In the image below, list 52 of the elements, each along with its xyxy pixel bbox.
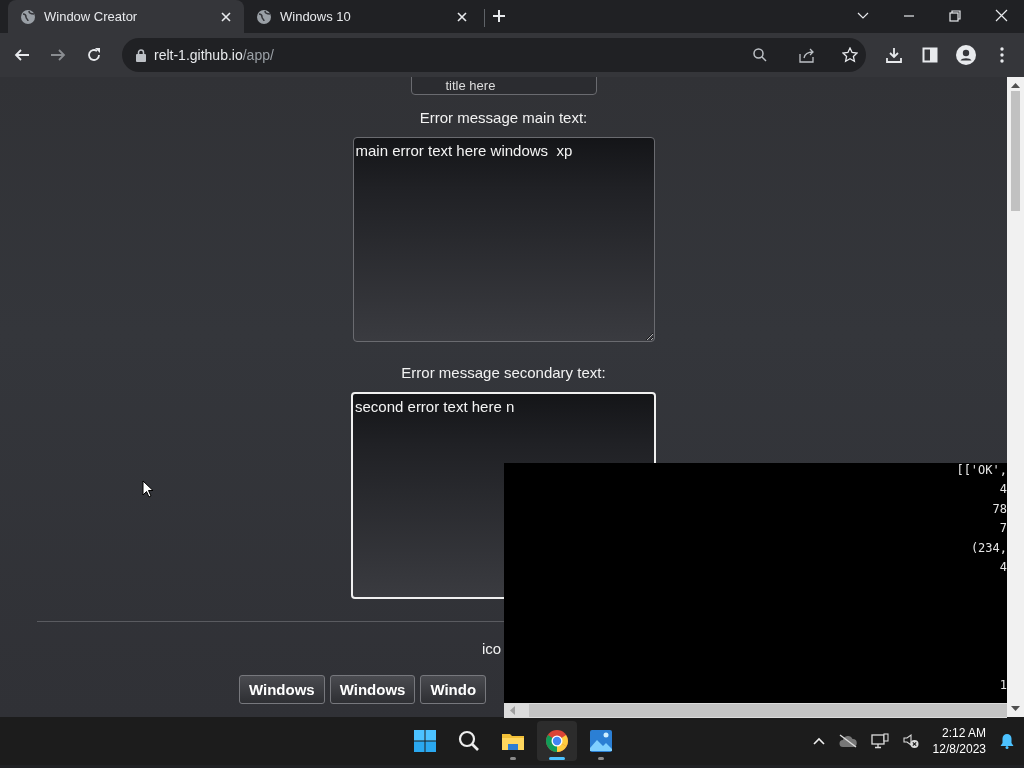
globe-icon bbox=[256, 8, 272, 25]
style-button[interactable]: Windows bbox=[329, 675, 416, 704]
reload-icon[interactable] bbox=[86, 47, 102, 63]
message-text-area[interactable]: main error text here windows xp bbox=[352, 137, 655, 342]
side-panel-icon[interactable] bbox=[922, 47, 938, 63]
more-menu-icon[interactable] bbox=[1000, 47, 1004, 63]
console-text-line: 78 bbox=[992, 501, 1007, 518]
download-icon[interactable] bbox=[886, 47, 902, 63]
taskbar-app[interactable] bbox=[537, 721, 577, 761]
windows-logo-icon bbox=[413, 729, 437, 753]
cloud-off-icon[interactable] bbox=[838, 734, 857, 748]
search-icon[interactable] bbox=[752, 47, 768, 63]
url-path: /app/ bbox=[242, 47, 274, 63]
browser-tab[interactable]: Window Creator bbox=[8, 0, 244, 33]
console-text-line: (234, bbox=[970, 540, 1007, 557]
console-text-line: 7 bbox=[999, 521, 1007, 538]
notification-bell-icon[interactable] bbox=[1000, 733, 1014, 749]
profile-icon[interactable] bbox=[956, 45, 976, 65]
url-host: relt-1.github.io bbox=[154, 47, 243, 63]
style-button[interactable]: Windo bbox=[420, 675, 487, 704]
lock-icon bbox=[136, 48, 146, 62]
mouse-cursor-icon bbox=[142, 480, 154, 498]
forward-arrow-icon[interactable] bbox=[50, 47, 66, 63]
scrollbar[interactable] bbox=[1007, 77, 1024, 717]
console-text-line: 4 bbox=[999, 482, 1007, 499]
horizontal-scrollbar[interactable] bbox=[504, 703, 1007, 718]
field-label: Error message secondary text: bbox=[401, 364, 606, 382]
globe-icon bbox=[20, 8, 36, 25]
back-arrow-icon[interactable] bbox=[14, 47, 30, 63]
field-label: ico bbox=[482, 640, 502, 657]
chevron-up-icon[interactable] bbox=[812, 737, 825, 745]
address-bar[interactable]: relt-1.github.io/app/ bbox=[122, 38, 866, 72]
new-tab-icon[interactable] bbox=[491, 8, 507, 24]
scroll-up-icon[interactable] bbox=[1011, 82, 1020, 88]
style-button[interactable]: Windows bbox=[239, 675, 325, 704]
speaker-muted-icon[interactable] bbox=[902, 733, 919, 749]
network-icon[interactable] bbox=[870, 733, 889, 749]
console-text-line: [['OK', bbox=[956, 463, 1007, 479]
search-icon bbox=[457, 729, 481, 753]
clock-time[interactable]: 2:12 AM bbox=[941, 726, 986, 740]
chrome-logo-icon bbox=[545, 729, 569, 753]
console-text-line: 1 bbox=[999, 677, 1007, 694]
share-icon[interactable] bbox=[798, 47, 816, 63]
console-text-line: 4 bbox=[999, 559, 1007, 576]
field-label: Error message main text: bbox=[419, 109, 588, 127]
clock-date[interactable]: 12/8/2023 bbox=[932, 742, 986, 756]
title-input-field[interactable]: title here bbox=[410, 77, 597, 95]
picture-icon bbox=[589, 729, 613, 753]
browser-tab[interactable]: Windows 10 bbox=[244, 0, 480, 33]
scroll-down-icon[interactable] bbox=[1011, 706, 1020, 712]
scrollbar-thumb[interactable] bbox=[1011, 91, 1020, 211]
star-icon[interactable] bbox=[842, 47, 858, 63]
